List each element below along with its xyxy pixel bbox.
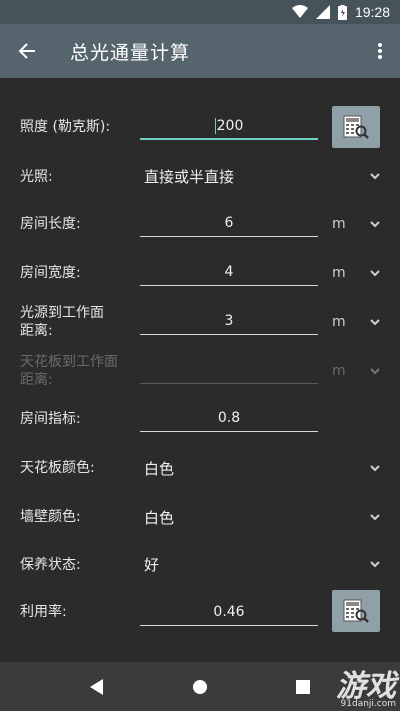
ceiling-to-work-input [140,358,318,384]
battery-icon [337,4,347,20]
app-bar: 总光通量计算 [0,24,400,78]
ceiling-color-label: 天花板颜色: [20,460,95,476]
ceiling-to-work-label-line1: 天花板到工作面 [20,354,118,370]
lighting-select[interactable]: 直接或半直接 [144,166,234,187]
chevron-down-icon[interactable] [368,169,382,183]
ceiling-to-work-label-line2: 距离: [20,372,53,388]
chevron-down-icon[interactable] [368,557,382,571]
back-button[interactable] [0,24,54,78]
light-to-work-label-line2: 距离: [20,323,53,339]
room-width-unit-select[interactable]: m [332,265,346,281]
nav-back-icon[interactable] [90,678,104,695]
utilization-input[interactable]: 0.46 [140,600,318,626]
light-to-work-unit-select[interactable]: m [332,314,346,330]
room-length-unit-select[interactable]: m [332,216,346,232]
ceiling-to-work-unit-select: m [332,363,346,379]
nav-recents-icon[interactable] [296,679,310,694]
illuminance-calc-button[interactable] [332,106,380,148]
chevron-down-icon [370,368,380,375]
illuminance-input[interactable]: 200 [140,114,318,140]
room-width-label: 房间宽度: [20,265,81,281]
more-options-button[interactable] [360,43,400,59]
illuminance-label: 照度 (勒克斯): [20,119,111,135]
wall-color-select[interactable]: 白色 [144,507,174,528]
ceiling-to-work-label: 天花板到工作面 距离: [20,353,118,389]
utilization-calc-button[interactable] [332,590,380,632]
nav-home-icon[interactable] [192,679,208,695]
wall-color-label: 墙壁颜色: [20,509,81,525]
room-index-input[interactable]: 0.8 [140,406,318,432]
maintenance-select[interactable]: 好 [144,554,159,575]
chevron-down-icon[interactable] [368,315,382,329]
status-bar: 19:28 [0,0,400,24]
lighting-label: 光照: [20,169,53,185]
form-area: 照度 (勒克斯): 200 光照: 直接或半直接 房间长度: 6 m 房间宽度:… [0,78,400,662]
back-arrow-icon [18,43,35,59]
light-to-work-label-line1: 光源到工作面 [20,305,104,321]
wifi-icon [291,5,308,18]
light-to-work-input[interactable]: 3 [140,309,318,335]
more-vert-icon [378,43,382,59]
watermark-site: 91danji.com [340,699,396,709]
calculator-icon [343,599,369,623]
illuminance-value: 200 [216,118,244,134]
chevron-down-icon[interactable] [368,461,382,475]
chevron-down-icon[interactable] [368,217,382,231]
room-width-input[interactable]: 4 [140,260,318,286]
system-nav-bar: 游戏 91danji.com [0,662,400,711]
status-time: 19:28 [354,4,390,20]
room-length-label: 房间长度: [20,216,81,232]
room-length-input[interactable]: 6 [140,211,318,237]
chevron-down-icon[interactable] [368,510,382,524]
ceiling-color-select[interactable]: 白色 [144,458,174,479]
signal-icon [315,5,330,19]
room-index-label: 房间指标: [20,411,81,427]
text-cursor [214,118,216,134]
maintenance-label: 保养状态: [20,557,81,573]
utilization-label: 利用率: [20,604,67,620]
page-title: 总光通量计算 [70,41,191,64]
calculator-icon [343,115,369,139]
chevron-down-icon[interactable] [368,266,382,280]
watermark-logo: 游戏 91danji.com [336,661,396,709]
light-to-work-label: 光源到工作面 距离: [20,304,104,340]
